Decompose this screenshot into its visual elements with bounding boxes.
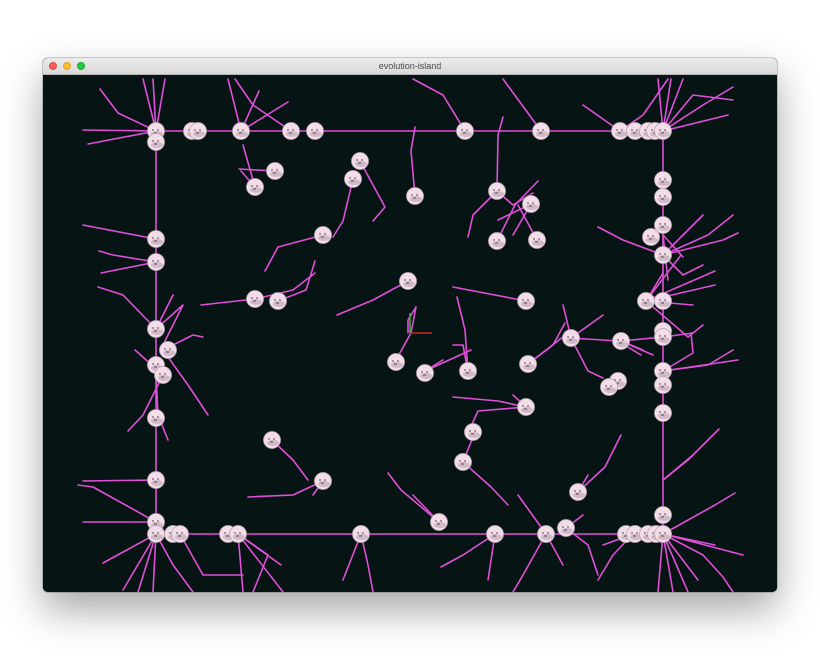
creature-limb [452,286,527,302]
creature-limb [662,86,734,132]
creature-78 [654,525,672,543]
creature-67 [171,525,189,543]
creature-limb [462,461,509,506]
creature-31 [147,320,165,338]
creature-limb [410,126,416,197]
creature-57 [464,423,482,441]
creature-45 [612,332,630,350]
creature-limb [82,129,157,132]
creature-30 [147,253,165,271]
title-bar[interactable]: evolution-island [43,58,777,75]
creature-73 [557,519,575,537]
creature-71 [486,525,504,543]
creature-62 [430,513,448,531]
creature-61 [314,472,332,490]
creature-34 [154,366,172,384]
creature-52 [654,404,672,422]
creature-63 [147,471,165,489]
window-title: evolution-island [378,61,442,71]
creature-40 [654,246,672,264]
creature-limb [87,130,157,145]
creature-limb [336,280,409,316]
creature-17 [351,152,369,170]
creature-21 [522,195,540,213]
creature-limb [254,272,316,300]
creature-44 [654,328,672,346]
creature-55 [459,362,477,380]
creature-limb [97,286,157,330]
simulation-viewport[interactable] [43,75,777,592]
creature-22 [488,232,506,250]
creature-limb [82,224,157,240]
creature-47 [519,355,537,373]
creature-limb [662,114,729,132]
creature-limb [332,178,354,238]
creature-4 [189,122,207,140]
creature-15 [266,162,284,180]
creature-25 [246,290,264,308]
creature-limb [412,78,466,132]
creature-23 [528,231,546,249]
creature-72 [537,525,555,543]
creature-16 [246,178,264,196]
creature-49 [654,376,672,394]
creature-6 [282,122,300,140]
creature-limb [662,454,694,481]
creature-53 [387,353,405,371]
creature-limb [496,116,504,192]
creature-limb [440,533,496,568]
creature-18 [344,170,362,188]
creature-42 [654,292,672,310]
creature-limb [662,492,736,535]
creature-5 [232,122,250,140]
creature-59 [569,483,587,501]
creature-14 [654,122,672,140]
creature-39 [642,228,660,246]
creature-20 [488,182,506,200]
creature-79 [654,506,672,524]
creature-limb [502,78,542,132]
app-window: evolution-island [43,58,777,592]
creature-41 [637,292,655,310]
creature-69 [229,525,247,543]
creature-28 [517,292,535,310]
creature-36 [654,171,672,189]
creature-limb [359,160,386,222]
creature-35 [147,409,165,427]
creature-46 [562,329,580,347]
creature-65 [147,525,165,543]
simulation-scene [77,78,744,592]
creature-2 [147,133,165,151]
creature-32 [159,341,177,359]
creature-7 [306,122,324,140]
creature-24 [314,226,332,244]
creature-10 [611,122,629,140]
creature-27 [399,272,417,290]
creature-limb [452,396,527,408]
creature-19 [406,187,424,205]
creature-60 [263,431,281,449]
creature-51 [600,378,618,396]
creature-70 [352,525,370,543]
creature-limb [162,349,209,416]
creature-9 [532,122,550,140]
creature-limb [237,533,284,592]
creature-limb [77,484,157,523]
creature-limb [82,479,157,482]
creature-limb [512,533,547,592]
creature-limb [577,434,622,493]
creature-8 [456,122,474,140]
creature-54 [416,364,434,382]
creature-56 [517,398,535,416]
creature-26 [269,292,287,310]
creature-limb [662,94,734,132]
creature-37 [654,188,672,206]
creature-limb [662,349,734,372]
creature-limb [247,480,324,498]
creature-58 [454,453,472,471]
creature-29 [147,230,165,248]
